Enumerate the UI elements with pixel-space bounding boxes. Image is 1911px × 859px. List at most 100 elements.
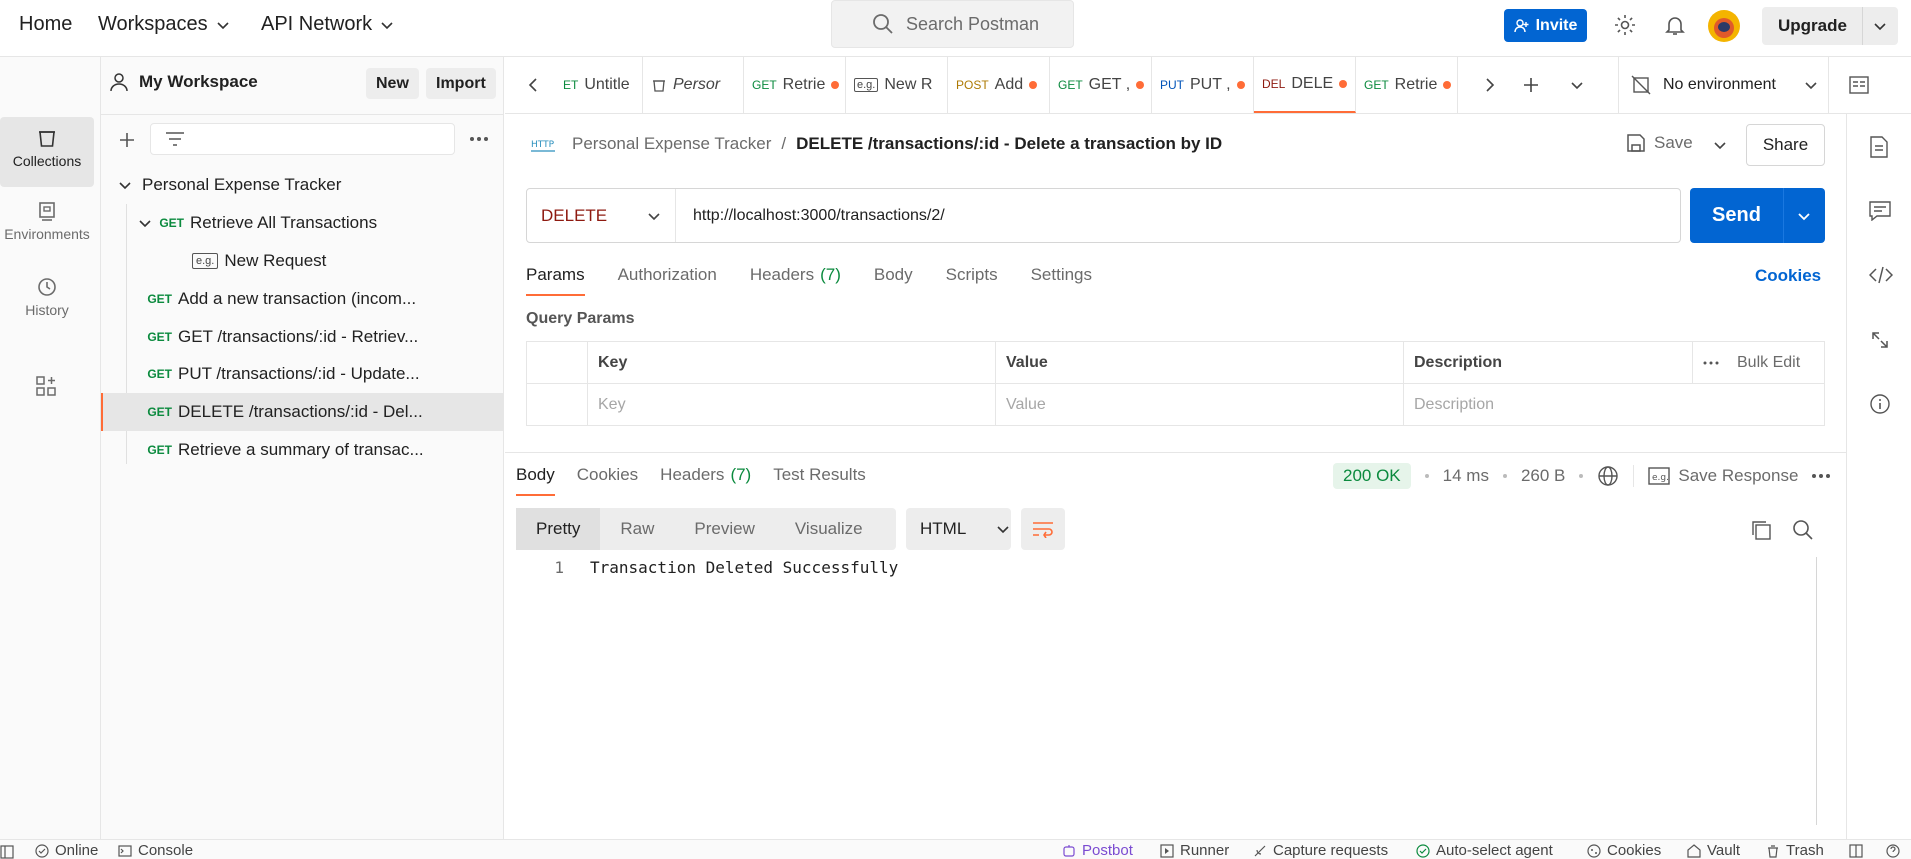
plus-icon[interactable] (118, 131, 136, 149)
collection-row[interactable]: Personal Expense Tracker (101, 166, 503, 204)
tree-item-summary[interactable]: GET Retrieve a summary of transac... (101, 431, 503, 469)
key-input[interactable]: Key (587, 383, 996, 426)
tab-params[interactable]: Params (526, 265, 585, 296)
runner-button[interactable]: Runner (1160, 842, 1229, 859)
rail-collections[interactable]: Collections (0, 117, 94, 187)
auto-select-agent-button[interactable]: Auto-select agent (1416, 842, 1553, 859)
trash-button[interactable]: Trash (1766, 842, 1824, 859)
tree-item-retrieve-all[interactable]: GET Retrieve All Transactions (101, 204, 503, 242)
cookies-button[interactable]: Cookies (1587, 842, 1661, 859)
tab-get[interactable]: GET GET , (1050, 57, 1152, 113)
tab-authorization[interactable]: Authorization (618, 265, 717, 296)
pane-divider[interactable] (505, 452, 1846, 453)
rail-environments[interactable]: Environments (0, 200, 94, 260)
tree-item-new-request[interactable]: e.g. New Request (101, 242, 503, 280)
view-pretty[interactable]: Pretty (516, 508, 601, 550)
breadcrumb-parent[interactable]: Personal Expense Tracker (572, 134, 771, 154)
tab-put[interactable]: PUT PUT , (1152, 57, 1254, 113)
env-quick-look[interactable] (1828, 57, 1869, 113)
new-button[interactable]: New (366, 68, 419, 99)
postbot-button[interactable]: Postbot (1062, 842, 1133, 859)
send-button[interactable]: Send (1690, 188, 1825, 243)
code-icon[interactable] (1869, 266, 1893, 284)
tab-delete[interactable]: DEL DELE (1254, 57, 1356, 113)
scrollbar[interactable] (1816, 557, 1817, 825)
comments-icon[interactable] (1869, 201, 1891, 221)
documentation-icon[interactable] (1869, 136, 1889, 158)
chevron-down-icon[interactable] (1713, 138, 1727, 152)
bell-icon[interactable] (1663, 13, 1687, 37)
capture-requests-button[interactable]: Capture requests (1253, 842, 1388, 859)
tree-item-add-transaction[interactable]: GET Add a new transaction (incom... (101, 280, 503, 318)
tree-item-delete-transaction[interactable]: GET DELETE /transactions/:id - Del... (101, 393, 503, 431)
tab-add[interactable]: POST Add (948, 57, 1050, 113)
status-badge[interactable]: 200 OK (1333, 463, 1411, 489)
save-response-button[interactable]: e.g. Save Response (1648, 466, 1798, 486)
view-visualize[interactable]: Visualize (775, 508, 883, 550)
related-collections-icon[interactable] (1870, 330, 1890, 350)
response-time[interactable]: 14 ms (1443, 466, 1489, 486)
tab-new-request[interactable]: e.g. New R (846, 57, 948, 113)
tab-settings[interactable]: Settings (1031, 265, 1092, 296)
resp-tab-cookies[interactable]: Cookies (577, 465, 638, 496)
more-options-icon[interactable] (469, 136, 489, 142)
view-raw[interactable]: Raw (600, 508, 674, 550)
globe-icon[interactable] (1597, 465, 1619, 487)
info-icon[interactable] (1869, 393, 1891, 415)
tab-body[interactable]: Body (874, 265, 913, 296)
console-button[interactable]: Console (118, 842, 193, 859)
rail-history[interactable]: History (0, 276, 94, 336)
save-button[interactable]: Save (1626, 133, 1693, 153)
help-icon[interactable] (1886, 844, 1900, 858)
toggle-sidebar-icon[interactable] (0, 845, 14, 859)
chevron-left-icon[interactable] (527, 77, 539, 93)
resp-tab-body[interactable]: Body (516, 465, 555, 496)
tab-collection[interactable]: Persor (643, 57, 744, 113)
search-icon[interactable] (1792, 519, 1814, 541)
chevron-down-icon[interactable] (1570, 78, 1584, 92)
description-input[interactable]: Description (1403, 383, 1825, 426)
avatar[interactable] (1708, 10, 1740, 42)
share-button[interactable]: Share (1746, 124, 1825, 166)
more-options-icon[interactable] (1812, 474, 1831, 478)
chevron-down-icon[interactable] (1797, 209, 1811, 223)
add-apps-icon[interactable] (35, 375, 57, 397)
view-preview[interactable]: Preview (674, 508, 774, 550)
copy-icon[interactable] (1750, 519, 1772, 541)
response-body-text[interactable]: Transaction Deleted Successfully (590, 558, 898, 577)
cookies-link[interactable]: Cookies (1755, 266, 1821, 286)
environment-selector[interactable]: No environment (1618, 57, 1828, 113)
tree-item-get-transaction[interactable]: GET GET /transactions/:id - Retriev... (101, 318, 503, 356)
tab-headers[interactable]: Headers (750, 265, 814, 296)
workspaces-menu[interactable]: Workspaces (98, 13, 230, 36)
api-network-menu[interactable]: API Network (261, 13, 394, 36)
tree-item-put-transaction[interactable]: GET PUT /transactions/:id - Update... (101, 355, 503, 393)
plus-icon[interactable] (1522, 76, 1540, 94)
tab-retrieve-summary[interactable]: GET Retrie (1356, 57, 1458, 113)
tab-untitled[interactable]: ET Untitle (555, 57, 643, 113)
more-options-icon[interactable] (1703, 361, 1719, 365)
value-input[interactable]: Value (995, 383, 1404, 426)
upgrade-button[interactable]: Upgrade (1762, 7, 1898, 45)
tab-scripts[interactable]: Scripts (946, 265, 998, 296)
layout-icon[interactable] (1849, 844, 1863, 858)
format-selector[interactable]: HTML (906, 508, 1011, 550)
bulk-edit-link[interactable]: Bulk Edit (1737, 354, 1800, 372)
wrap-lines-button[interactable] (1021, 508, 1065, 550)
chevron-down-icon[interactable] (1873, 19, 1887, 33)
search-box[interactable]: Search Postman (831, 0, 1074, 48)
gear-icon[interactable] (1613, 13, 1637, 37)
import-button[interactable]: Import (426, 68, 496, 99)
online-status[interactable]: Online (35, 842, 98, 859)
resp-tab-tests[interactable]: Test Results (773, 465, 866, 496)
resp-tab-headers[interactable]: Headers (660, 465, 724, 496)
filter-input[interactable] (150, 123, 455, 155)
chevron-right-icon[interactable] (1484, 77, 1496, 93)
url-input[interactable]: http://localhost:3000/transactions/2/ (676, 207, 945, 225)
method-selector[interactable]: DELETE (527, 189, 676, 242)
vault-button[interactable]: Vault (1687, 842, 1740, 859)
invite-button[interactable]: Invite (1504, 9, 1587, 42)
request-title[interactable]: DELETE /transactions/:id - Delete a tran… (796, 134, 1222, 154)
home-link[interactable]: Home (19, 13, 72, 36)
tab-retrieve[interactable]: GET Retrie (744, 57, 846, 113)
